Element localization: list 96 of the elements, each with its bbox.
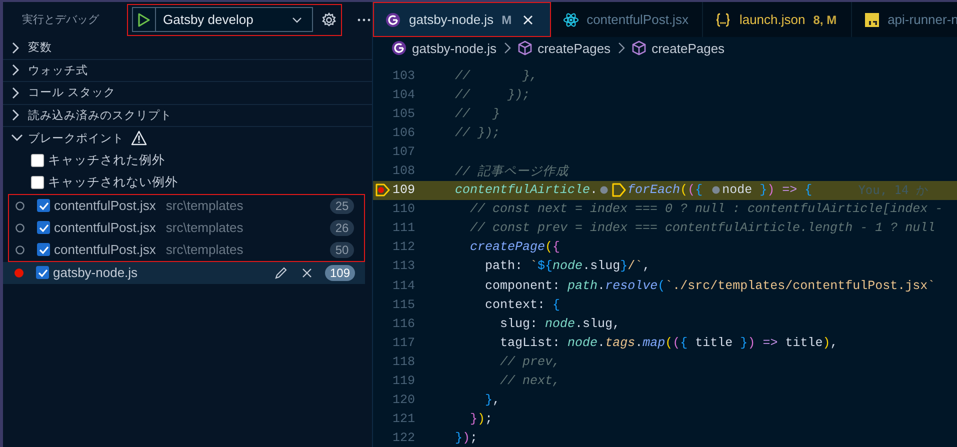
line-number: 113 bbox=[391, 259, 415, 274]
section-header[interactable]: コール スタック bbox=[3, 82, 372, 104]
code-text: component: path.resolve(`./src/templates/contentfulPost.jsx` bbox=[484, 278, 936, 293]
current-breakpoint-icon[interactable] bbox=[374, 183, 390, 198]
play-icon[interactable] bbox=[136, 12, 152, 28]
settings-icon[interactable] bbox=[321, 12, 337, 28]
line-number: 104 bbox=[391, 88, 415, 102]
breakpoint-item[interactable]: gatsby-node.js 109 bbox=[3, 262, 365, 284]
blame-annotation: You, 14 か bbox=[858, 182, 928, 199]
code-text: // }); bbox=[455, 88, 530, 102]
line-number: 117 bbox=[391, 336, 415, 350]
chevron-right-icon bbox=[502, 41, 512, 55]
section-header[interactable]: 読み込み済みのスクリプト bbox=[3, 104, 372, 127]
check-icon bbox=[38, 200, 50, 212]
code-text: node }) => { bbox=[722, 183, 812, 198]
code-text: // const prev = index === contentfulAirticle.length - 1 ? null bbox=[469, 221, 936, 236]
file-name: gatsby-node.js bbox=[53, 265, 138, 280]
file-name: contentfulPost.jsx bbox=[54, 220, 156, 235]
line-number: 114 bbox=[391, 278, 415, 293]
code-text: path: `${node.slug}/`, bbox=[484, 259, 650, 274]
pencil-icon[interactable] bbox=[272, 264, 289, 280]
line-number: 108 bbox=[391, 164, 415, 178]
breakpoint-item[interactable]: contentfulPost.jsx src\templates 50 bbox=[9, 238, 364, 260]
checkbox-label: キャッチされない例外 bbox=[48, 174, 178, 191]
file-name: contentfulPost.jsx bbox=[54, 242, 156, 257]
line-number-badge: 26 bbox=[330, 220, 354, 236]
code-text: }); bbox=[455, 431, 478, 446]
inline-breakpoint-icon[interactable] bbox=[600, 186, 608, 194]
code-text: createPage({ bbox=[469, 240, 560, 254]
code-text: tagList: node.tags.map(({ title }) => title), bbox=[499, 336, 838, 350]
code-text: }, bbox=[484, 393, 500, 408]
panel-title: 実行とデバッグ bbox=[22, 12, 100, 27]
atom-icon bbox=[562, 12, 579, 28]
gatsby-logo-icon bbox=[385, 12, 401, 28]
line-number: 120 bbox=[391, 393, 415, 408]
editor-tab[interactable]: contentfulPost.jsx bbox=[550, 2, 704, 37]
breadcrumb-item[interactable]: createPages bbox=[538, 40, 611, 56]
line-number: 121 bbox=[391, 412, 415, 426]
line-number: 111 bbox=[391, 221, 415, 236]
breakpoint-item[interactable]: contentfulPost.jsx src\templates 25 bbox=[9, 194, 364, 216]
section-header[interactable]: ブレークポイント bbox=[3, 127, 372, 150]
file-path: src\templates bbox=[166, 198, 244, 213]
line-number: 119 bbox=[391, 374, 415, 388]
line-number: 107 bbox=[391, 144, 415, 159]
code-text: slug: node.slug, bbox=[499, 316, 620, 331]
chevron-right-icon bbox=[616, 41, 626, 55]
line-number: 110 bbox=[391, 202, 415, 216]
cube-icon bbox=[516, 40, 533, 56]
inline-breakpoint-icon[interactable] bbox=[712, 186, 720, 194]
section-header[interactable]: 変数 bbox=[3, 37, 372, 60]
file-path: src\templates bbox=[166, 242, 244, 257]
section-header[interactable]: ウォッチ式 bbox=[3, 60, 372, 82]
code-text: // next, bbox=[499, 374, 560, 388]
check-icon bbox=[36, 266, 48, 278]
breadcrumb-item[interactable]: gatsby-node.js bbox=[412, 40, 497, 56]
line-number: 118 bbox=[391, 354, 415, 369]
line-number: 105 bbox=[391, 106, 415, 121]
line-number: 116 bbox=[391, 316, 415, 331]
breadcrumb-item[interactable]: createPages bbox=[652, 40, 725, 56]
code-text: // } bbox=[455, 106, 500, 121]
file-path: src\templates bbox=[166, 220, 244, 235]
checkbox-label: キャッチされた例外 bbox=[48, 152, 165, 169]
js-file-icon bbox=[864, 12, 880, 28]
line-number: 122 bbox=[391, 431, 415, 446]
code-text: context: { bbox=[484, 298, 560, 312]
line-number-badge: 25 bbox=[330, 198, 354, 214]
line-number: 109 bbox=[391, 183, 415, 198]
line-number-badge: 109 bbox=[324, 264, 355, 280]
line-number-badge: 50 bbox=[330, 242, 354, 258]
code-text: forEach(({ bbox=[628, 183, 704, 198]
cube-icon bbox=[630, 40, 647, 56]
checkbox[interactable] bbox=[36, 266, 49, 279]
code-text: }); bbox=[469, 412, 493, 426]
run-config-dropdown[interactable]: Gatsby develop bbox=[132, 7, 313, 32]
file-name: contentfulPost.jsx bbox=[54, 198, 156, 213]
breakpoint-item[interactable]: contentfulPost.jsx src\templates 26 bbox=[9, 216, 364, 238]
check-icon bbox=[38, 222, 50, 234]
gatsby-logo-icon bbox=[391, 40, 407, 56]
code-text: // }, bbox=[455, 68, 538, 83]
code-text: // prev, bbox=[499, 354, 560, 369]
code-text: // 記事ページ作成 bbox=[455, 164, 569, 180]
line-number: 106 bbox=[391, 126, 415, 140]
checkbox[interactable] bbox=[37, 243, 50, 256]
braces-icon bbox=[715, 12, 732, 28]
line-number: 103 bbox=[391, 68, 415, 83]
code-text: // }); bbox=[455, 126, 500, 140]
checkbox[interactable] bbox=[37, 199, 50, 212]
line-number: 112 bbox=[391, 240, 415, 254]
editor-tab[interactable]: launch.json 8, M bbox=[703, 2, 852, 37]
line-number: 115 bbox=[391, 298, 415, 312]
checkbox[interactable] bbox=[37, 221, 50, 234]
editor-tab[interactable]: gatsby-node.js M bbox=[373, 2, 551, 37]
inline-breakpoint-icon[interactable] bbox=[612, 183, 626, 198]
code-text: contentfulAirticle. bbox=[455, 183, 598, 198]
code-text: // const next = index === 0 ? null : contentfulAirticle[index - bbox=[469, 202, 943, 216]
check-icon bbox=[38, 244, 50, 256]
